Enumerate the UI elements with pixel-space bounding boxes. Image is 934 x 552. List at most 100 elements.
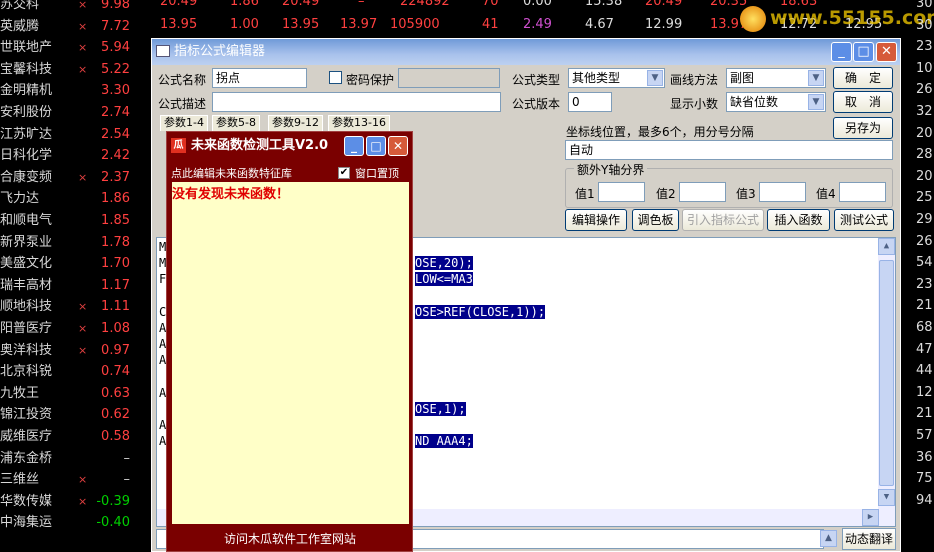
top-row-cell: 1.86 — [230, 0, 259, 9]
password-input[interactable] — [398, 68, 500, 88]
stock-name: 江苏旷达 — [0, 126, 53, 142]
password-checkbox[interactable] — [329, 71, 342, 84]
stock-change: 1.08 — [101, 321, 130, 336]
edit-ops-button[interactable]: 编辑操作 — [565, 209, 627, 231]
scroll-down-button[interactable]: ▼ — [878, 489, 895, 506]
right-column-value: 20 — [916, 125, 933, 141]
edit-feature-library-link[interactable]: 点此编辑未来函数特征库 — [171, 165, 292, 181]
stock-name: 华数传媒 — [0, 493, 53, 509]
stock-mark: × — [78, 170, 88, 184]
stock-name: 宝馨科技 — [0, 61, 53, 77]
type-select-value: 其他类型 — [572, 71, 621, 85]
stock-name: 北京科锐 — [0, 364, 53, 380]
chevron-down-icon[interactable]: ▼ — [808, 94, 824, 110]
y-value-input[interactable] — [839, 182, 886, 202]
popup-titlebar[interactable]: 瓜 未来函数检测工具V2.0 _ □ ✕ — [167, 132, 412, 159]
scroll-right-button[interactable]: ▶ — [862, 509, 879, 526]
cancel-button[interactable]: 取 消 — [833, 91, 893, 113]
y-value-input[interactable] — [759, 182, 806, 202]
code-line-right: OSE,20); — [415, 256, 473, 271]
stock-mark: × — [78, 494, 88, 508]
right-column-value: 21 — [916, 406, 933, 422]
stock-change: 1.85 — [101, 213, 130, 228]
maximize-button[interactable]: □ — [853, 42, 874, 62]
chevron-down-icon[interactable]: ▼ — [808, 70, 824, 86]
y-value-input[interactable] — [598, 182, 645, 202]
dynamic-translate-button[interactable]: 动态翻译 — [842, 528, 896, 550]
stock-name: 合康变频 — [0, 169, 53, 185]
stock-mark: × — [78, 62, 88, 76]
stock-change: 2.37 — [101, 169, 130, 185]
y-value-input[interactable] — [679, 182, 726, 202]
stock-change: 0.62 — [101, 407, 130, 423]
top-row-cell: 0.00 — [523, 0, 552, 9]
tab-params-3[interactable]: 参数9-12 — [268, 115, 323, 131]
tab-params-1[interactable]: 参数1-4 — [160, 115, 208, 131]
chevron-down-icon[interactable]: ▼ — [647, 70, 663, 86]
popup-close-button[interactable]: ✕ — [388, 136, 408, 156]
draw-label: 画线方法 — [670, 73, 719, 87]
stock-mark: × — [78, 322, 88, 335]
stock-name: 英威腾 — [0, 18, 40, 34]
popup-minimize-button[interactable]: _ — [344, 136, 364, 156]
stock-change: 5.22 — [101, 61, 130, 77]
stock-name: 和顺电气 — [0, 213, 53, 228]
close-button[interactable]: ✕ — [876, 42, 897, 62]
ontop-checkbox[interactable]: ✔ — [338, 167, 350, 179]
y-value-label: 值2 — [656, 187, 676, 201]
right-column-value: 30 — [916, 0, 933, 11]
top-row-cell: 105900 — [390, 17, 440, 32]
right-column-value: 54 — [916, 255, 933, 271]
right-column-value: 20 — [916, 168, 933, 184]
watermark-logo-icon — [740, 6, 766, 32]
palette-button[interactable]: 调色板 — [632, 209, 679, 231]
stock-name: 奥洋科技 — [0, 342, 53, 358]
stock-name: 金明精机 — [0, 83, 53, 99]
decimal-select[interactable]: 缺省位数 ▼ — [726, 92, 826, 112]
version-input[interactable]: 0 — [568, 92, 612, 112]
save-as-button[interactable]: 另存为 — [833, 117, 893, 139]
formula-name-input[interactable]: 拐点 — [212, 68, 307, 88]
detector-app-icon: 瓜 — [171, 138, 186, 153]
yaxis-group-label: 额外Y轴分界 — [574, 161, 648, 178]
stock-name: 安利股份 — [0, 105, 53, 120]
stock-change: 0.58 — [101, 429, 130, 444]
status-scroll-up[interactable]: ▲ — [820, 530, 837, 547]
stock-name: 九牧王 — [0, 385, 40, 401]
stock-change: – — [123, 472, 131, 488]
y-value-label: 值4 — [816, 187, 836, 201]
right-column-value: 26 — [916, 82, 933, 98]
test-formula-button[interactable]: 测试公式 — [834, 209, 894, 231]
editor-titlebar[interactable]: 指标公式编辑器 _ □ ✕ — [152, 39, 900, 65]
right-column-value: 75 — [916, 471, 933, 487]
tab-params-4[interactable]: 参数13-16 — [328, 115, 390, 131]
popup-maximize-button[interactable]: □ — [366, 136, 386, 156]
site-watermark: www.55155.com — [740, 4, 934, 34]
stock-name: 苏交科 — [0, 0, 40, 12]
insert-function-button[interactable]: 插入函数 — [767, 209, 830, 231]
draw-select[interactable]: 副图 ▼ — [726, 68, 826, 88]
visit-website-link[interactable]: 访问木瓜软件工作室网站 — [224, 530, 356, 547]
scroll-up-button[interactable]: ▲ — [878, 238, 895, 255]
vertical-scrollbar[interactable]: ▲ ▼ — [878, 238, 895, 526]
editor-app-icon — [156, 45, 170, 57]
y-value-label: 值1 — [575, 187, 595, 201]
stock-change: 5.94 — [101, 40, 130, 56]
formula-name-label: 公式名称 — [158, 73, 207, 87]
right-column-value: 68 — [916, 320, 933, 335]
coord-input[interactable]: 自动 — [565, 140, 893, 160]
ok-button[interactable]: 确 定 — [833, 67, 893, 89]
stock-name: 新界泵业 — [0, 234, 53, 250]
stock-name: 威维医疗 — [0, 429, 53, 444]
editor-title: 指标公式编辑器 — [174, 44, 266, 59]
right-column-value: 28 — [916, 147, 933, 163]
tab-params-2[interactable]: 参数5-8 — [212, 115, 260, 131]
scrollbar-thumb[interactable] — [879, 260, 894, 486]
minimize-button[interactable]: _ — [831, 42, 852, 62]
top-row-cell: 224892 — [400, 0, 450, 9]
stock-change: 1.17 — [101, 277, 130, 293]
import-formula-button[interactable]: 引入指标公式 — [682, 209, 764, 231]
right-column-value: 21 — [916, 298, 933, 314]
type-select[interactable]: 其他类型 ▼ — [568, 68, 665, 88]
desc-input[interactable] — [212, 92, 501, 112]
